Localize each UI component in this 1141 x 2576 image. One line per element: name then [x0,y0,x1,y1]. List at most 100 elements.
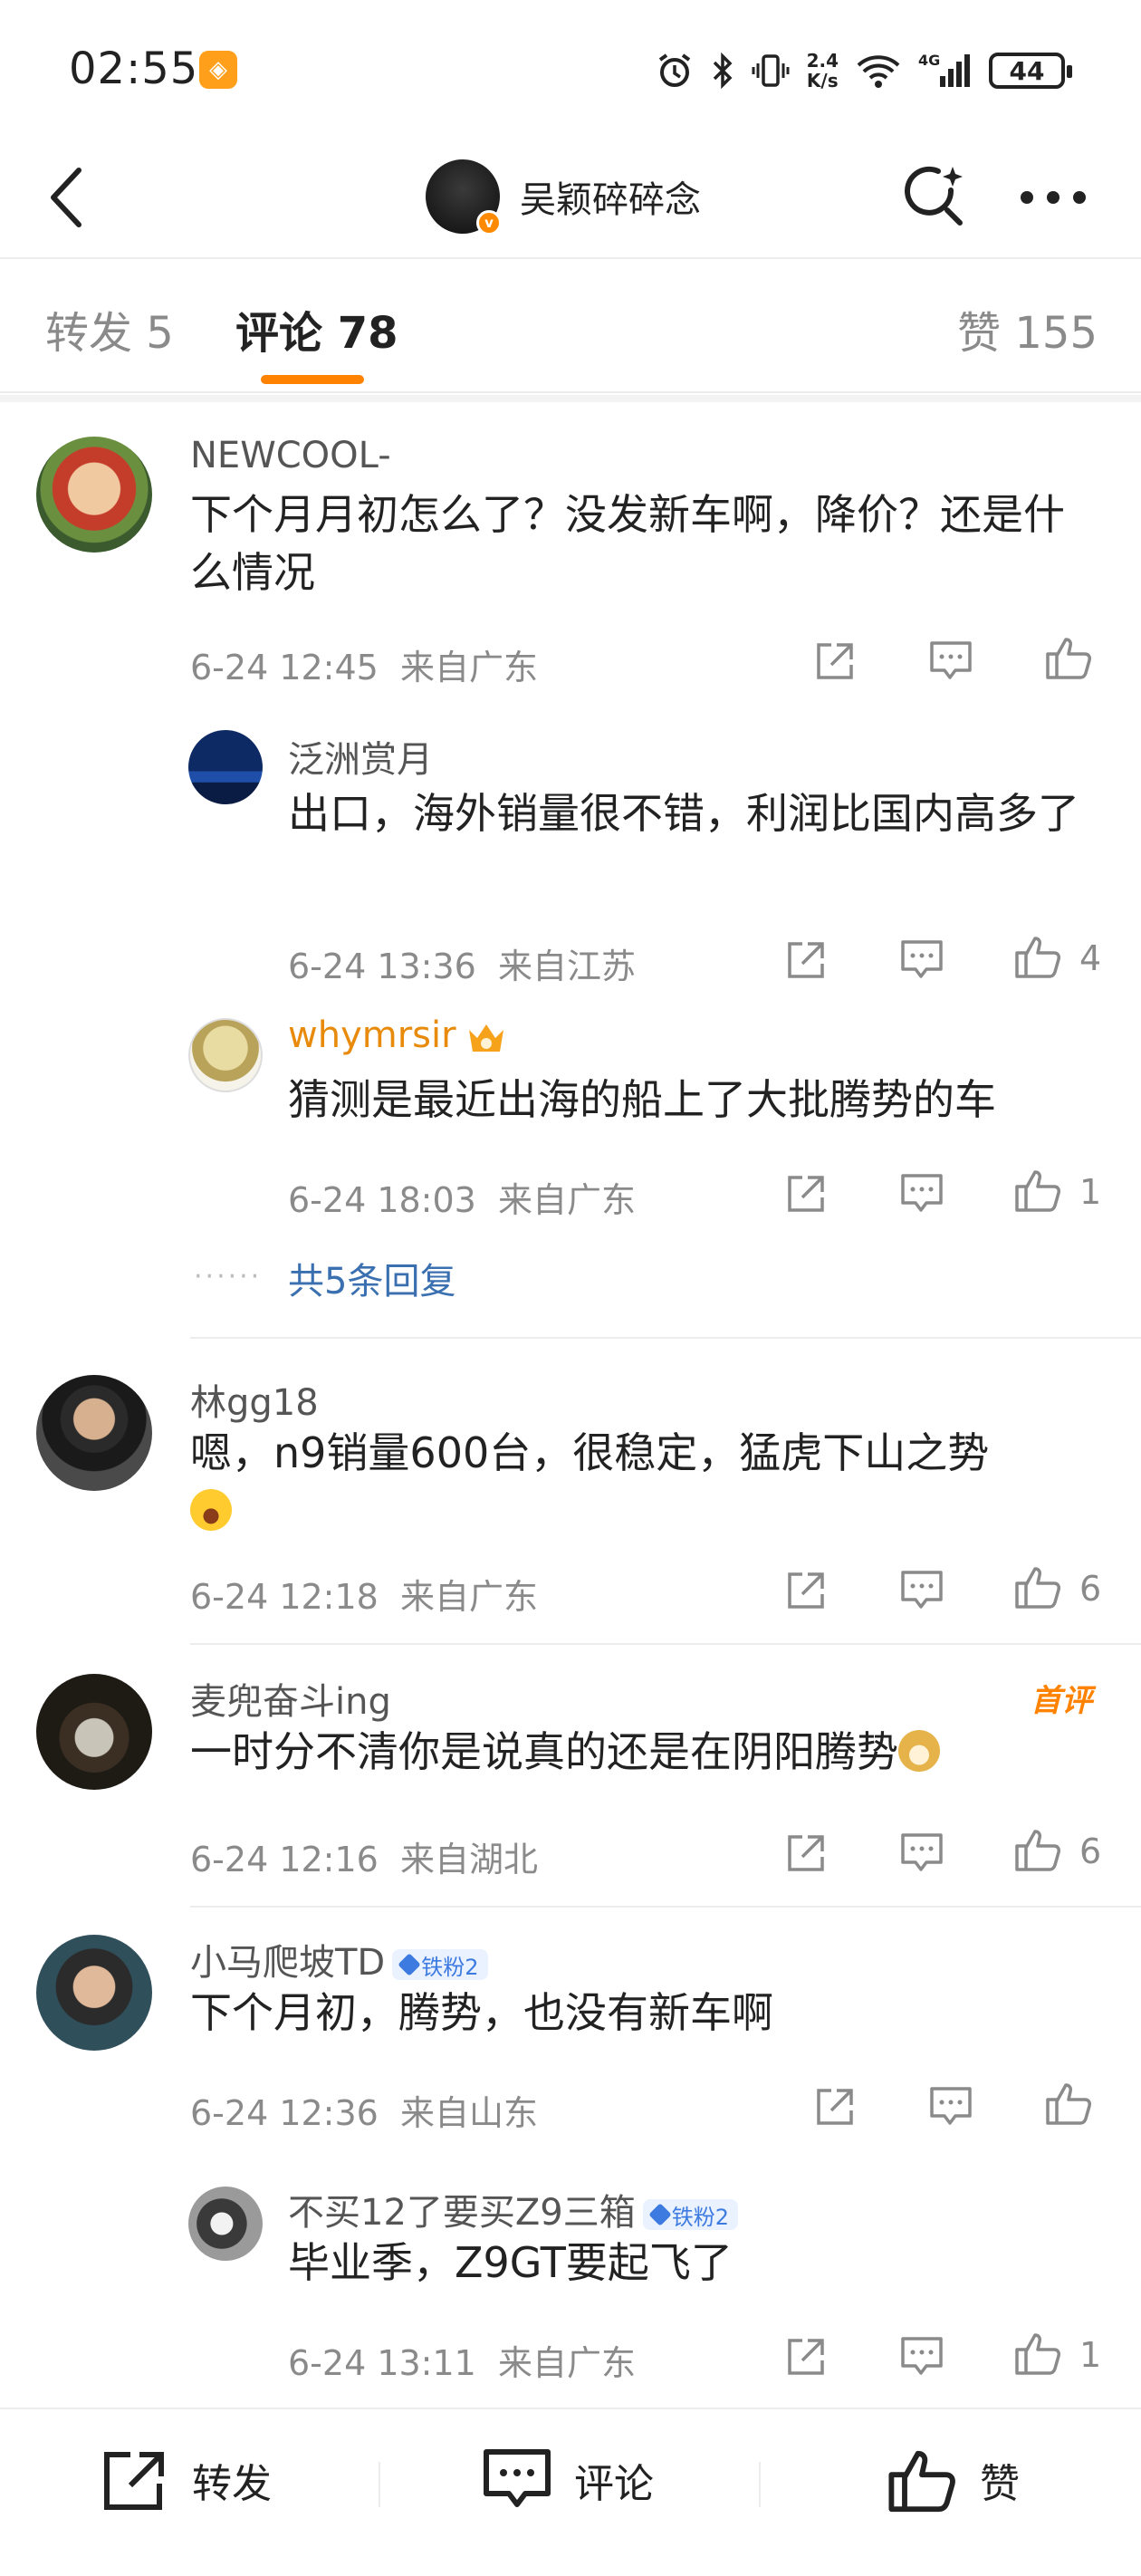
share-button[interactable] [779,2331,833,2382]
bluetooth-icon [713,52,733,90]
like-button[interactable] [1011,931,1065,982]
reply-text: 毕业季，Z9GT要起飞了 [288,2238,733,2287]
share-button[interactable] [808,636,862,687]
wifi-icon [857,55,900,88]
commenter-name[interactable]: 麦兜奋斗ing [190,1672,391,1725]
more-dots-icon [1021,191,1086,204]
share-button[interactable] [808,2081,862,2132]
comment-icon [930,641,972,679]
commenter-name[interactable]: 林gg18 [190,1373,319,1426]
thumbs-up-icon [1046,2083,1091,2125]
reply-button[interactable] [895,1168,949,1219]
commenter-avatar[interactable] [36,1375,152,1491]
tab-comment[interactable]: 评论 78 [235,297,398,360]
laughing-emoji-icon [190,1489,232,1531]
like-button[interactable] [1011,2328,1065,2379]
replier-avatar[interactable] [188,730,263,804]
tab-repost[interactable]: 转发 5 [45,297,174,360]
share-icon [817,643,853,679]
commenter-avatar[interactable] [36,437,152,553]
share-button[interactable] [779,1828,833,1879]
ai-search-button[interactable] [896,159,973,235]
diamond-icon [398,1953,421,1976]
repost-button[interactable]: 转发 [101,2442,272,2518]
like-post-button[interactable]: 赞 [886,2442,1020,2518]
commenter-avatar[interactable] [36,1674,152,1790]
share-button[interactable] [779,1565,833,1616]
like-button[interactable] [1041,2078,1096,2129]
commenter-name[interactable]: 小马爬坡TD 铁粉2 [190,1933,488,1985]
reply-text: 猜测是最近出海的船上了大批腾势的车 [288,1075,996,1124]
share-icon [788,2339,824,2375]
like-count: 6 [1079,1569,1102,1609]
more-button[interactable] [1012,163,1094,232]
author-info[interactable]: v 吴颖碎碎念 [426,156,701,237]
active-tab-indicator [261,375,364,384]
author-avatar[interactable]: v [426,159,502,235]
like-count: 1 [1079,1172,1102,1212]
reply-button[interactable] [924,2081,978,2132]
replier-name[interactable]: 不买12了要买Z9三箱 铁粉2 [288,2183,739,2235]
chevron-left-icon [51,168,82,227]
commenter-name[interactable]: NEWCOOL- [190,435,391,476]
verified-icon: v [476,210,502,235]
share-icon [104,2452,164,2510]
replier-avatar[interactable] [188,1018,263,1092]
comment-meta: 6-24 12:18 来自广东 [190,1577,539,1617]
reply-button[interactable] [895,2331,949,2382]
reply-meta: 6-24 13:36 来自江苏 [288,947,637,986]
status-time: 02:55 [69,43,199,94]
thumbs-up-icon [1015,2333,1060,2375]
reply-button[interactable] [895,935,949,985]
like-count: 6 [1079,1831,1102,1871]
back-button[interactable] [34,163,98,232]
thumbs-up-icon [1015,1830,1060,1871]
comment-item: NEWCOOL- 下个月月初怎么了？没发新车啊，降价？还是什么情况 6-24 1… [0,426,1141,1341]
replier-name[interactable]: 泛洲赏月 [288,730,433,783]
status-bar: 02:55 ◈ 2.4 K/s 4G 44 [0,0,1141,136]
comment-item: 小马爬坡TD 铁粉2 下个月初，腾势，也没有新车啊 6-24 12:36 来自山东… [0,1924,1141,2395]
commenter-avatar[interactable] [36,1935,152,2051]
status-icons: 2.4 K/s 4G 44 [655,45,1072,96]
comment-icon [484,2449,551,2507]
repost-label: 转发 [192,2461,272,2507]
comment-icon [901,1833,943,1871]
list-top-shadow [0,395,1141,402]
comment-meta: 6-24 12:45 来自广东 [190,648,539,687]
reply-button[interactable] [895,1565,949,1616]
thumbs-up-icon [1015,1567,1060,1609]
like-button[interactable] [1041,632,1096,683]
reply-meta: 6-24 13:11 来自广东 [288,2343,637,2383]
reply-button[interactable] [924,636,978,687]
signal-icon: 4G [918,52,970,87]
svg-text:4G: 4G [918,52,940,69]
reply-button[interactable] [895,1828,949,1879]
share-icon [788,1835,824,1871]
comment-label: 评论 [574,2461,654,2507]
comment-meta: 6-24 12:16 来自湖北 [190,1840,539,1879]
fan-badge: 铁粉2 [642,2199,739,2230]
divider [190,1337,1141,1339]
comment-text: 下个月月初怎么了？没发新车啊，降价？还是什么情况 [190,490,1065,597]
like-button[interactable] [1011,1165,1065,1216]
like-button[interactable] [1011,1562,1065,1612]
replier-avatar[interactable] [188,2187,263,2261]
share-icon [788,1572,824,1609]
crown-icon [465,1019,507,1055]
bottom-action-bar: 转发 评论 赞 [0,2408,1141,2576]
separator [379,2462,380,2507]
more-replies-link[interactable]: 共5条回复 [288,1252,455,1304]
replier-name[interactable]: whymrsir [288,1014,507,1056]
app-notification-icon: ◈ [199,51,237,89]
reply-text: 出口，海外销量很不错，利润比国内高多了 [288,789,1079,838]
share-icon [817,2089,853,2125]
tab-like[interactable]: 赞 155 [957,297,1098,360]
comment-icon [901,1571,943,1609]
title-bar: v 吴颖碎碎念 [0,136,1141,259]
comment-button[interactable]: 评论 [482,2442,654,2518]
share-button[interactable] [779,935,833,985]
share-button[interactable] [779,1168,833,1219]
comment-text: 嗯，n9销量600台，很稳定，猛虎下山之势 [190,1424,1096,1540]
net-speed: 2.4 K/s [806,50,839,91]
like-button[interactable] [1011,1824,1065,1875]
